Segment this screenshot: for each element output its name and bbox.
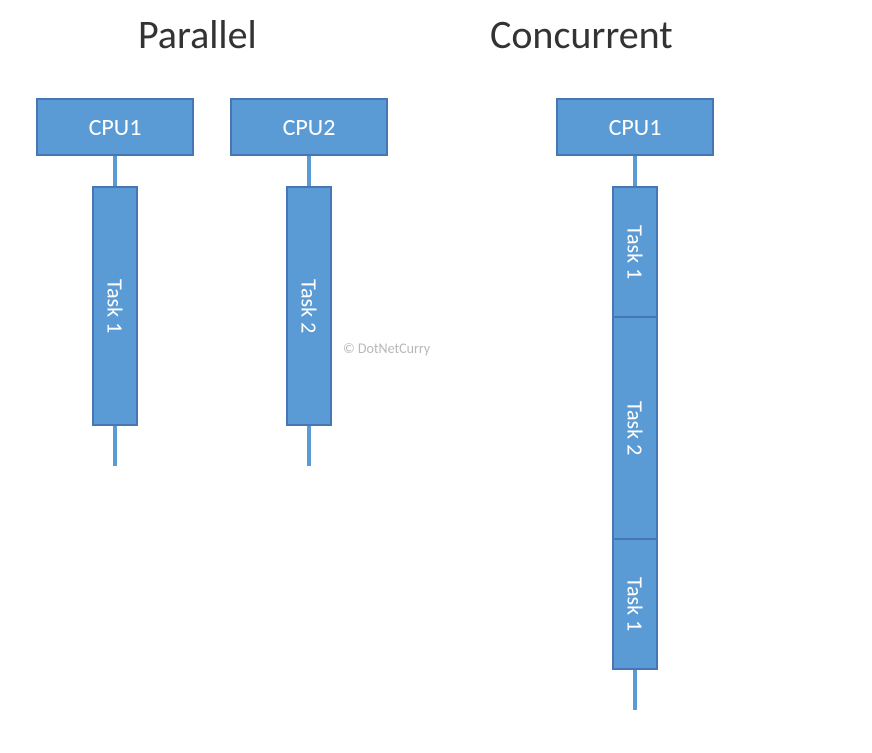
parallel-cpu2-box: CPU2 [230, 98, 388, 156]
concurrent-slice-2-label: Task 1 [622, 577, 649, 631]
concurrent-slice-2: Task 1 [612, 538, 658, 670]
title-parallel: Parallel [138, 10, 257, 59]
watermark: © DotNetCurry [343, 340, 430, 357]
concurrent-cpu1-label: CPU1 [609, 113, 662, 142]
parallel-cpu2-task: Task 2 [286, 186, 332, 426]
parallel-cpu1-connector-top [113, 156, 117, 186]
concurrent-cpu1-connector-bottom [633, 670, 637, 710]
title-concurrent: Concurrent [490, 10, 673, 59]
concurrent-cpu1-connector-top [633, 156, 637, 186]
parallel-cpu1-connector-bottom [113, 426, 117, 466]
parallel-cpu1-task: Task 1 [92, 186, 138, 426]
parallel-cpu2-connector-top [307, 156, 311, 186]
concurrent-slice-0: Task 1 [612, 186, 658, 318]
parallel-cpu1-task-label: Task 1 [102, 279, 129, 333]
concurrent-cpu1-box: CPU1 [556, 98, 714, 156]
parallel-cpu2-task-label: Task 2 [296, 279, 323, 333]
parallel-cpu1-label: CPU1 [89, 113, 142, 142]
concurrent-slice-1-label: Task 2 [622, 401, 649, 455]
parallel-cpu2-connector-bottom [307, 426, 311, 466]
parallel-cpu1-box: CPU1 [36, 98, 194, 156]
parallel-cpu2-label: CPU2 [283, 113, 336, 142]
concurrent-slice-0-label: Task 1 [622, 225, 649, 279]
concurrent-slice-1: Task 2 [612, 316, 658, 540]
